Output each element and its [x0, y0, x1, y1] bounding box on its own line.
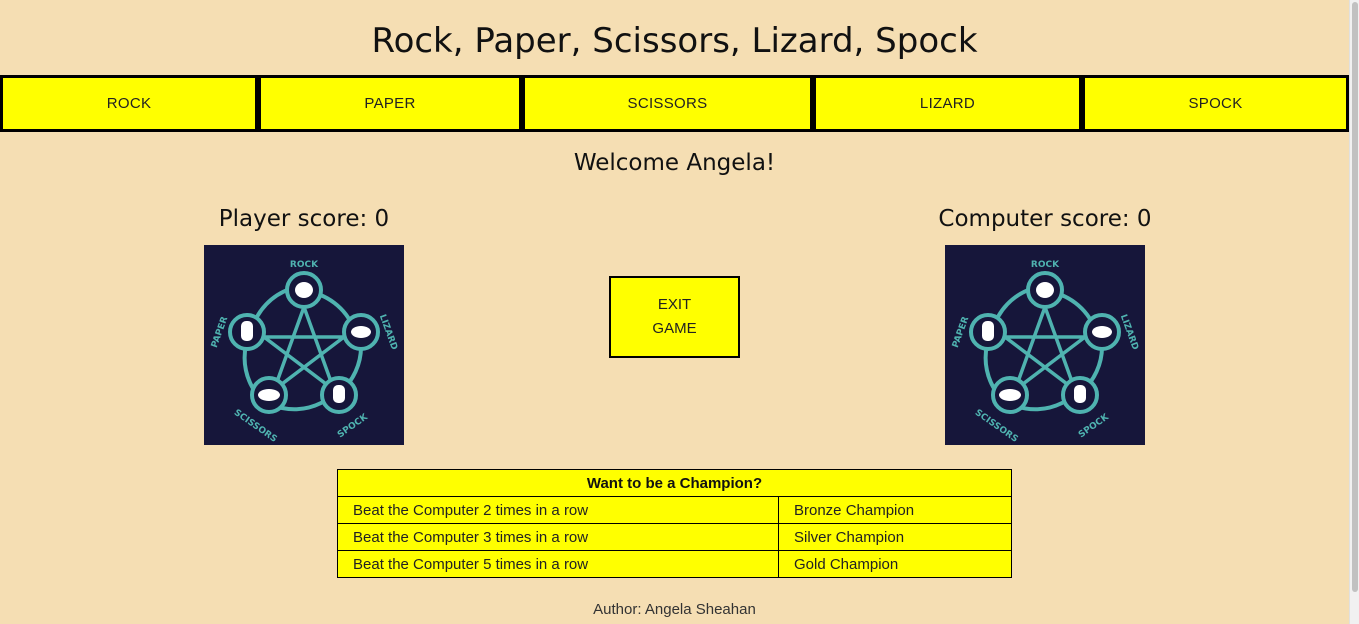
scrollbar-thumb[interactable] [1352, 2, 1358, 592]
emblem-label-paper: PAPER [210, 315, 231, 349]
exit-game-line2: GAME [652, 320, 697, 337]
champion-table: Want to be a Champion? Beat the Computer… [337, 469, 1012, 578]
champion-table-header: Want to be a Champion? [337, 469, 1012, 497]
computer-score: Computer score: 0 [938, 206, 1152, 232]
exit-game-button[interactable]: EXIT GAME [609, 276, 740, 358]
welcome-message: Welcome Angela! [573, 150, 776, 176]
goal-cell: Beat the Computer 2 times in a row [337, 496, 779, 524]
emblem-label-spock: SPOCK [336, 412, 371, 440]
rock-button[interactable]: ROCK [0, 75, 258, 132]
table-row: Beat the Computer 5 times in a row Gold … [337, 550, 1012, 578]
page-title: Rock, Paper, Scissors, Lizard, Spock [371, 21, 978, 61]
page: Rock, Paper, Scissors, Lizard, Spock ROC… [0, 0, 1349, 624]
emblem-label-rock: ROCK [1031, 260, 1060, 270]
player-choice-image: ROCK LIZARD SPOCK SCISSORS PAPER [204, 245, 404, 445]
rank-cell: Silver Champion [778, 523, 1012, 551]
rank-cell: Bronze Champion [778, 496, 1012, 524]
goal-cell: Beat the Computer 5 times in a row [337, 550, 779, 578]
author-credit: Author: Angela Sheahan [593, 601, 756, 618]
emblem-label-lizard: LIZARD [377, 313, 399, 351]
computer-choice-image: ROCK LIZARD SPOCK SCISSORS PAPER [945, 245, 1145, 445]
emblem-label-lizard: LIZARD [1118, 313, 1140, 351]
choice-bar: ROCK PAPER SCISSORS LIZARD SPOCK [0, 75, 1349, 132]
paper-button[interactable]: PAPER [258, 75, 522, 132]
table-row: Beat the Computer 3 times in a row Silve… [337, 523, 1012, 551]
emblem-label-paper: PAPER [951, 315, 972, 349]
page-scrollbar[interactable] [1349, 0, 1359, 624]
spock-button[interactable]: SPOCK [1082, 75, 1349, 132]
rpsls-cycle-icon: ROCK LIZARD SPOCK SCISSORS PAPER [210, 260, 399, 445]
emblem-label-spock: SPOCK [1077, 412, 1112, 440]
table-row: Beat the Computer 2 times in a row Bronz… [337, 496, 1012, 524]
lizard-button[interactable]: LIZARD [813, 75, 1082, 132]
player-score: Player score: 0 [218, 206, 390, 232]
rpsls-cycle-icon: ROCK LIZARD SPOCK SCISSORS PAPER [951, 260, 1140, 445]
exit-game-line1: EXIT [657, 296, 692, 313]
goal-cell: Beat the Computer 3 times in a row [337, 523, 779, 551]
scissors-button[interactable]: SCISSORS [522, 75, 813, 132]
emblem-label-rock: ROCK [290, 260, 319, 270]
rank-cell: Gold Champion [778, 550, 1012, 578]
